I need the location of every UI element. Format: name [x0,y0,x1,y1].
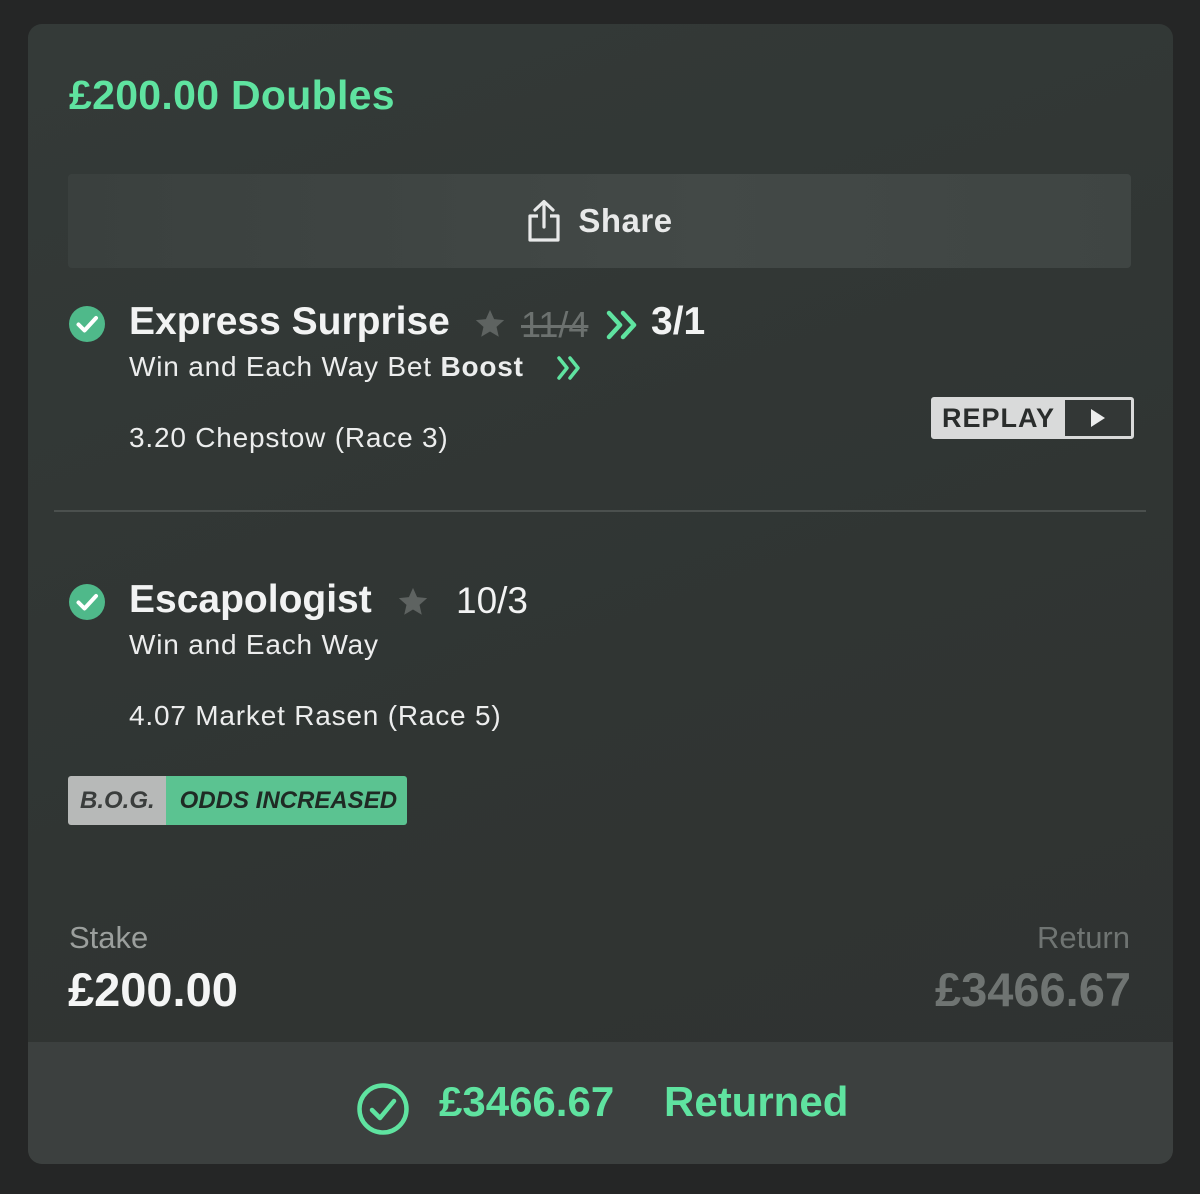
replay-button[interactable]: REPLAY [931,397,1134,439]
selection-name: Escapologist [129,578,372,621]
play-icon [1091,409,1106,427]
odds-increased-badge: ODDS INCREASED [165,776,408,825]
double-chevron-icon [606,310,637,340]
check-circle-outline-icon [357,1083,409,1135]
return-value: £3466.67 [934,963,1131,1016]
star-icon [398,587,428,615]
market-label: Win and Each Way Bet Boost [129,351,524,383]
divider [54,510,1146,512]
check-circle-icon [69,584,105,620]
bog-odds-increased-badge: B.O.G. ODDS INCREASED [68,776,408,825]
bet-card: £200.00 Doubles Share Express Surprise 1… [28,24,1173,1164]
share-button[interactable]: Share [68,174,1131,268]
event-name: 3.20 Chepstow (Race 3) [129,422,449,453]
share-icon [528,199,560,242]
odds: 10/3 [456,580,529,621]
market-label: Win and Each Way [129,629,379,660]
bet-title: £200.00 Doubles [69,72,395,118]
return-label: Return [1036,920,1130,955]
star-icon [475,309,505,337]
double-chevron-icon [557,356,580,380]
replay-label: REPLAY [934,400,1066,436]
old-odds: 11/4 [521,304,589,345]
selection-name: Express Surprise [129,300,450,343]
boost-label: Boost [440,351,524,382]
share-label: Share [578,202,673,239]
check-circle-icon [69,306,105,342]
returned-label: Returned [664,1078,849,1125]
event-name: 4.07 Market Rasen (Race 5) [129,700,502,731]
market-text: Win and Each Way Bet [129,351,432,382]
stake-label: Stake [69,920,149,955]
stake-value: £200.00 [68,963,238,1016]
returned-amount: £3466.67 [439,1078,615,1125]
play-icon-wrap [1065,400,1131,436]
returned-footer: £3466.67 Returned [28,1042,1173,1164]
boosted-odds: 3/1 [651,300,706,343]
bog-badge: B.O.G. [68,776,166,825]
